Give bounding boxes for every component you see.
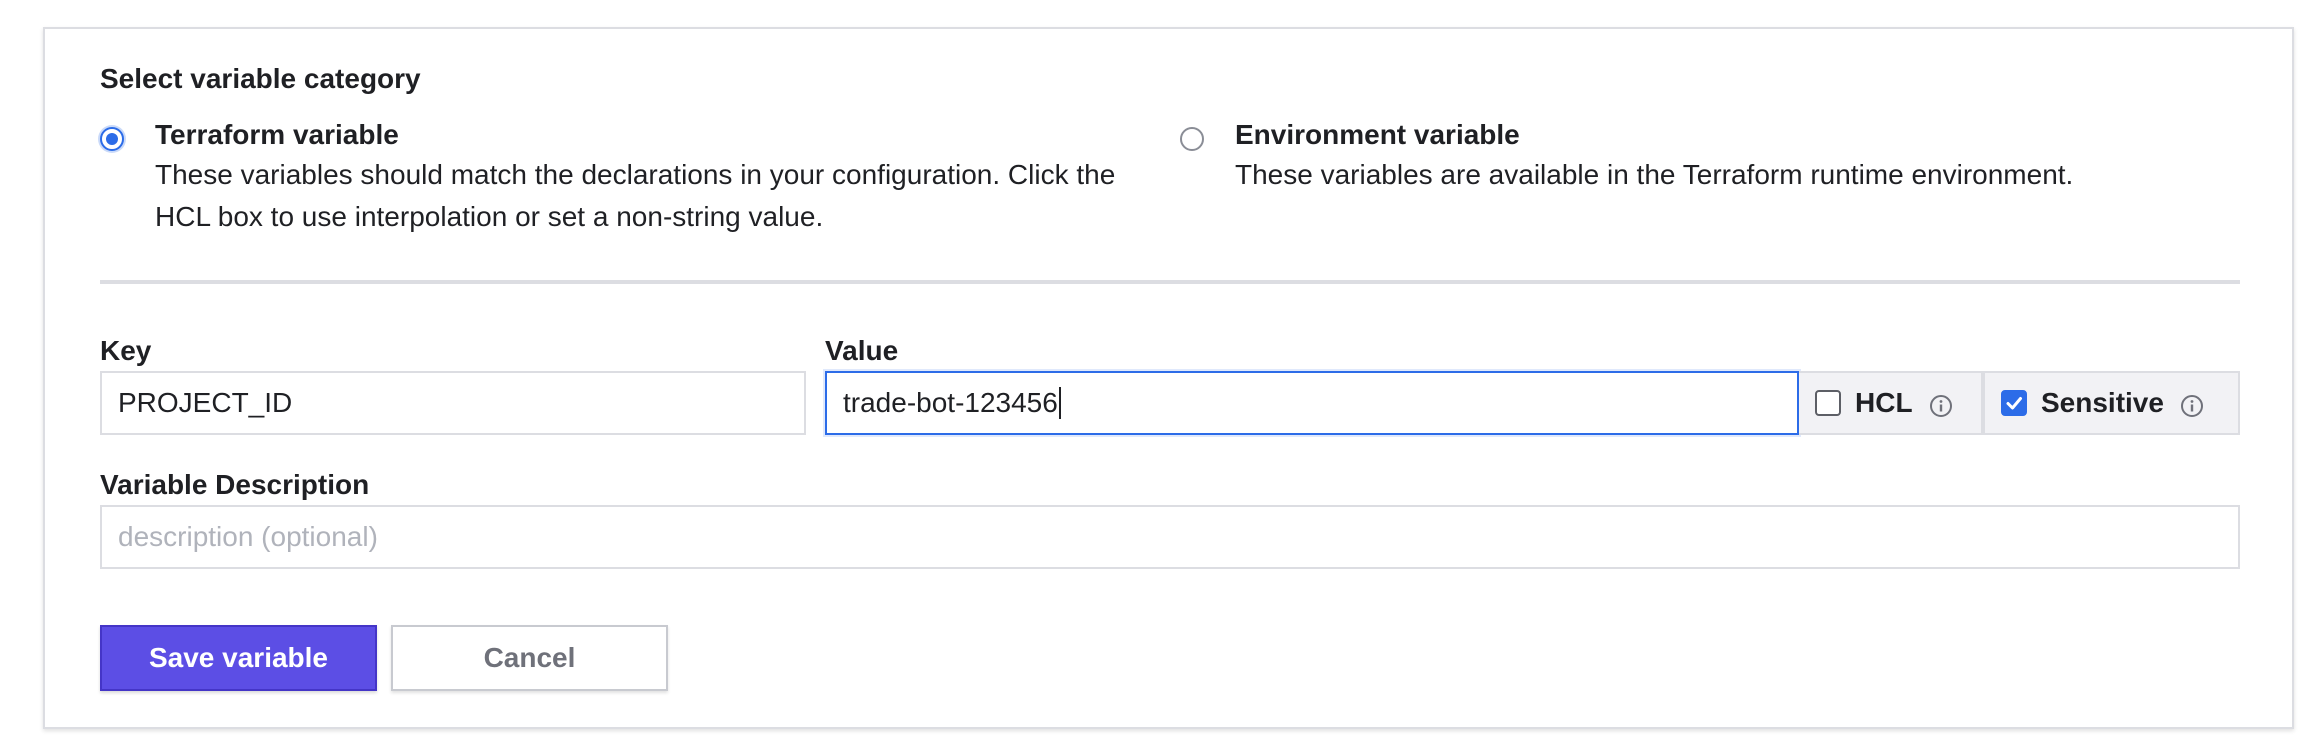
- environment-variable-description: These variables are available in the Ter…: [1235, 159, 2074, 190]
- save-variable-button[interactable]: Save variable: [100, 625, 377, 691]
- terraform-variable-radio[interactable]: [100, 127, 124, 151]
- value-label: Value: [825, 335, 899, 366]
- cancel-button[interactable]: Cancel: [391, 625, 668, 691]
- description-placeholder: description (optional): [118, 521, 378, 552]
- check-icon: [2006, 397, 2022, 410]
- sensitive-checkbox-group[interactable]: Sensitive: [1983, 371, 2240, 435]
- sensitive-label[interactable]: Sensitive: [2041, 387, 2164, 419]
- key-label: Key: [100, 335, 152, 366]
- hcl-checkbox[interactable]: [1815, 390, 1841, 416]
- divider: [100, 280, 2240, 284]
- info-circle-icon[interactable]: [1929, 394, 1953, 418]
- description-label: Variable Description: [100, 469, 370, 500]
- value-input[interactable]: trade-bot-123456: [825, 371, 1799, 435]
- terraform-variable-description-line1: These variables should match the declara…: [155, 159, 1116, 190]
- text-caret: [1058, 387, 1061, 419]
- key-input-value: PROJECT_ID: [118, 387, 293, 418]
- key-input[interactable]: PROJECT_ID: [100, 371, 806, 435]
- value-input-value: trade-bot-123456: [843, 387, 1058, 418]
- terraform-variable-label[interactable]: Terraform variable: [155, 117, 399, 153]
- hcl-label[interactable]: HCL: [1855, 387, 1913, 419]
- environment-variable-radio[interactable]: [1180, 127, 1204, 151]
- hcl-checkbox-group[interactable]: HCL: [1799, 371, 1983, 435]
- description-input[interactable]: description (optional): [100, 505, 2240, 569]
- environment-variable-label[interactable]: Environment variable: [1235, 117, 1520, 153]
- sensitive-checkbox[interactable]: [2001, 390, 2027, 416]
- variable-form-card: Select variable category Terraform varia…: [43, 27, 2294, 729]
- section-title: Select variable category: [100, 63, 421, 94]
- terraform-variable-description-line2: HCL box to use interpolation or set a no…: [155, 201, 824, 232]
- info-circle-icon[interactable]: [2180, 394, 2204, 418]
